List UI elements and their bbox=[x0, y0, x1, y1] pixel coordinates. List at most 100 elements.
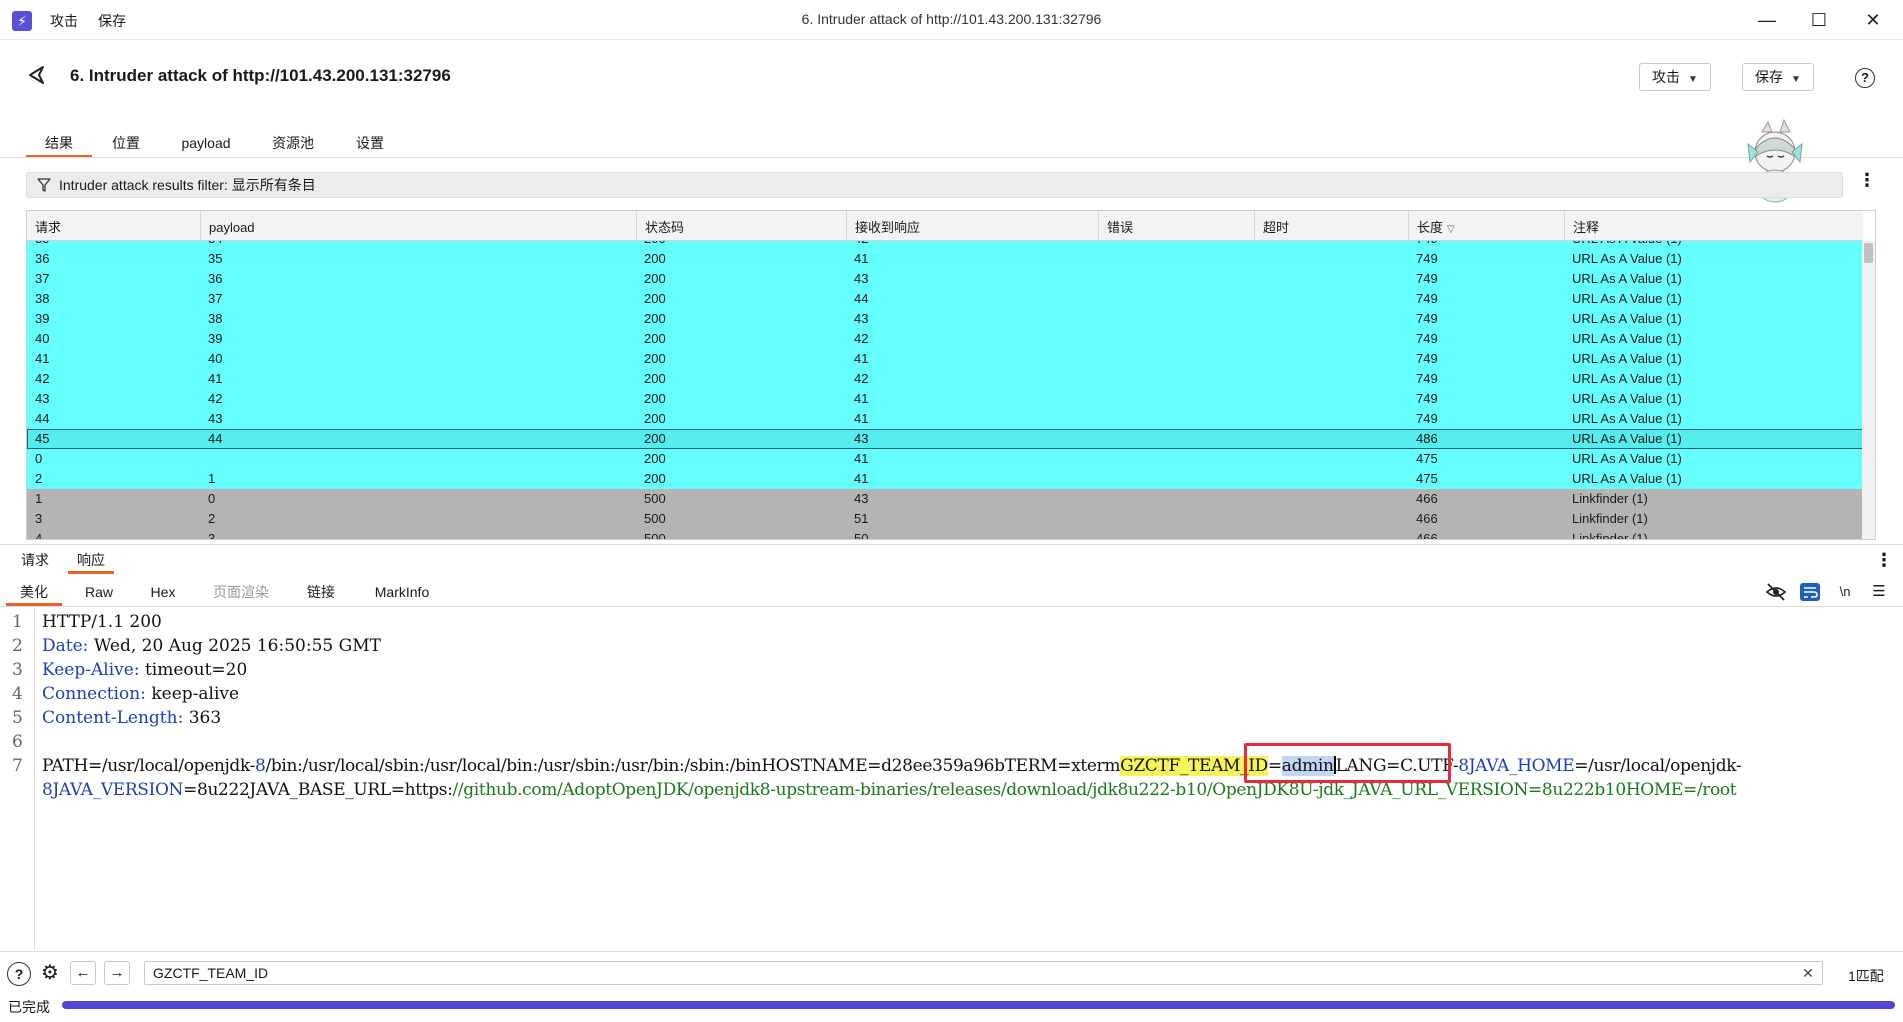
minimize-button[interactable]: — bbox=[1744, 6, 1790, 34]
col-status[interactable]: 状态码 bbox=[636, 211, 846, 241]
body-url: //github.com/AdoptOpenJDK/openjdk8-upstr… bbox=[452, 780, 1737, 800]
cell-recv: 41 bbox=[854, 251, 869, 266]
cell-note: URL As A Value (1) bbox=[1572, 371, 1682, 386]
table-row[interactable]: 36 35 200 41 749 URL As A Value (1) bbox=[27, 249, 1863, 269]
cell-recv: 41 bbox=[854, 411, 869, 426]
tab-settings[interactable]: 设置 bbox=[350, 130, 390, 158]
table-row[interactable]: 42 41 200 42 749 URL As A Value (1) bbox=[27, 369, 1863, 389]
cell-req: 41 bbox=[35, 351, 50, 366]
results-filter-bar[interactable]: Intruder attack results filter: 显示所有条目 bbox=[26, 172, 1843, 198]
table-row[interactable]: 1 0 500 43 466 Linkfinder (1) bbox=[27, 489, 1863, 509]
close-window-button[interactable]: ✕ bbox=[1850, 6, 1896, 34]
cell-recv: 41 bbox=[854, 451, 869, 466]
table-row[interactable]: 0 200 41 475 URL As A Value (1) bbox=[27, 449, 1863, 469]
save-dropdown-button[interactable]: 保存 ▼ bbox=[1742, 63, 1814, 91]
tab-request[interactable]: 请求 bbox=[14, 548, 56, 574]
cell-payload: 42 bbox=[208, 391, 223, 406]
search-settings-gear-icon[interactable]: ⚙ bbox=[38, 962, 62, 986]
header-value: timeout=20 bbox=[144, 660, 248, 680]
table-row[interactable]: 44 43 200 41 749 URL As A Value (1) bbox=[27, 409, 1863, 429]
save-button-label: 保存 bbox=[1755, 69, 1783, 85]
tab-resource-pool[interactable]: 资源池 bbox=[268, 130, 318, 158]
cell-recv: 43 bbox=[854, 271, 869, 286]
cell-status: 200 bbox=[644, 311, 666, 326]
header-line: Date: Wed, 20 Aug 2025 16:50:55 GMT bbox=[42, 636, 381, 656]
body-text: /bin:/usr/local/sbin:/usr/local/bin:/usr… bbox=[265, 756, 1121, 776]
table-row[interactable]: 45 44 200 43 486 URL As A Value (1) bbox=[27, 429, 1863, 449]
maximize-button[interactable]: ☐ bbox=[1796, 6, 1842, 34]
attack-button-label: 攻击 bbox=[1652, 69, 1680, 85]
tab-response[interactable]: 响应 bbox=[68, 548, 114, 574]
progress-fill bbox=[62, 1001, 1895, 1009]
hide-eye-icon[interactable] bbox=[1765, 582, 1787, 602]
tab-raw[interactable]: Raw bbox=[78, 580, 120, 606]
search-previous-button[interactable]: ← bbox=[70, 961, 96, 985]
table-row[interactable]: 2 1 200 41 475 URL As A Value (1) bbox=[27, 469, 1863, 489]
cell-req: 1 bbox=[35, 491, 43, 506]
col-length[interactable]: 长度 ▽ bbox=[1408, 211, 1564, 241]
col-timeout[interactable]: 超时 bbox=[1254, 211, 1408, 241]
match-count: 1匹配 bbox=[1848, 968, 1884, 984]
cell-status: 200 bbox=[644, 471, 666, 486]
menu-lines-icon[interactable]: ☰ bbox=[1868, 582, 1890, 602]
search-input[interactable]: GZCTF_TEAM_ID bbox=[144, 961, 1823, 985]
cell-len: 749 bbox=[1416, 331, 1438, 346]
filter-more-icon[interactable]: ⋮ bbox=[1857, 171, 1877, 189]
body-number: 8 bbox=[255, 756, 266, 776]
table-row[interactable]: 37 36 200 43 749 URL As A Value (1) bbox=[27, 269, 1863, 289]
tab-links[interactable]: 链接 bbox=[300, 580, 342, 606]
page-title: 6. Intruder attack of http://101.43.200.… bbox=[70, 66, 451, 85]
tab-hex[interactable]: Hex bbox=[142, 580, 184, 606]
table-row[interactable]: 40 39 200 42 749 URL As A Value (1) bbox=[27, 329, 1863, 349]
arrow-right-icon: → bbox=[109, 964, 125, 981]
response-editor[interactable]: 1 2 3 4 5 6 7 HTTP/1.1 200 Date: Wed, 20… bbox=[0, 608, 1903, 950]
tab-render[interactable]: 页面渲染 bbox=[208, 580, 274, 606]
table-scrollbar-thumb[interactable] bbox=[1864, 243, 1873, 263]
cell-payload: 43 bbox=[208, 411, 223, 426]
cell-payload: 40 bbox=[208, 351, 223, 366]
cell-recv: 41 bbox=[854, 351, 869, 366]
results-table: 请求 payload 状态码 接收到响应 错误 超时 长度▽ 注释 353420… bbox=[26, 210, 1876, 540]
col-payload[interactable]: payload bbox=[200, 211, 636, 241]
table-row[interactable]: 38 37 200 44 749 URL As A Value (1) bbox=[27, 289, 1863, 309]
table-row[interactable]: 39 38 200 43 749 URL As A Value (1) bbox=[27, 309, 1863, 329]
table-scrollbar[interactable] bbox=[1862, 241, 1875, 539]
search-help-icon[interactable]: ? bbox=[7, 962, 31, 986]
tab-markinfo[interactable]: MarkInfo bbox=[364, 580, 440, 606]
table-row[interactable]: 35 34 200 42 749 URL As A Value (1) bbox=[27, 241, 1863, 249]
cell-len: 749 bbox=[1416, 371, 1438, 386]
col-error[interactable]: 错误 bbox=[1098, 211, 1254, 241]
col-comment[interactable]: 注释 bbox=[1564, 211, 1863, 241]
wrap-lines-icon[interactable] bbox=[1799, 582, 1821, 602]
cell-status: 500 bbox=[644, 531, 666, 539]
cell-len: 749 bbox=[1416, 271, 1438, 286]
help-icon[interactable]: ? bbox=[1855, 68, 1875, 88]
col-request[interactable]: 请求 bbox=[27, 211, 200, 241]
cell-note: URL As A Value (1) bbox=[1572, 351, 1682, 366]
table-row[interactable]: 41 40 200 41 749 URL As A Value (1) bbox=[27, 349, 1863, 369]
pane-divider[interactable] bbox=[0, 544, 1903, 545]
cell-req: 35 bbox=[27, 241, 49, 249]
tab-positions[interactable]: 位置 bbox=[106, 130, 146, 158]
tab-results[interactable]: 结果 bbox=[26, 130, 92, 158]
cell-recv: 42 bbox=[854, 331, 869, 346]
back-arrow-icon[interactable] bbox=[26, 64, 48, 86]
message-more-icon[interactable]: ⋮ bbox=[1874, 551, 1894, 569]
search-next-button[interactable]: → bbox=[104, 961, 130, 985]
table-row[interactable]: 3 2 500 51 466 Linkfinder (1) bbox=[27, 509, 1863, 529]
tab-payload[interactable]: payload bbox=[174, 130, 238, 158]
table-rows: 353420042749URL As A Value (1)3635200417… bbox=[27, 241, 1863, 539]
cell-note: URL As A Value (1) bbox=[1572, 431, 1682, 446]
col-response-received[interactable]: 接收到响应 bbox=[846, 211, 1098, 241]
table-row[interactable]: 4 3 500 50 466 Linkfinder (1) bbox=[27, 529, 1863, 539]
clear-search-icon[interactable]: ✕ bbox=[1800, 962, 1816, 984]
tab-pretty[interactable]: 美化 bbox=[6, 580, 62, 606]
cell-note: URL As A Value (1) bbox=[1564, 241, 1682, 249]
body-key: 8JAVA_HOME bbox=[1458, 756, 1575, 776]
attack-dropdown-button[interactable]: 攻击 ▼ bbox=[1639, 63, 1711, 91]
table-row[interactable]: 43 42 200 41 749 URL As A Value (1) bbox=[27, 389, 1863, 409]
cell-recv: 43 bbox=[854, 311, 869, 326]
col-request-label: 请求 bbox=[35, 220, 62, 235]
newline-toggle-icon[interactable]: \n bbox=[1834, 582, 1856, 602]
cell-len: 749 bbox=[1416, 311, 1438, 326]
